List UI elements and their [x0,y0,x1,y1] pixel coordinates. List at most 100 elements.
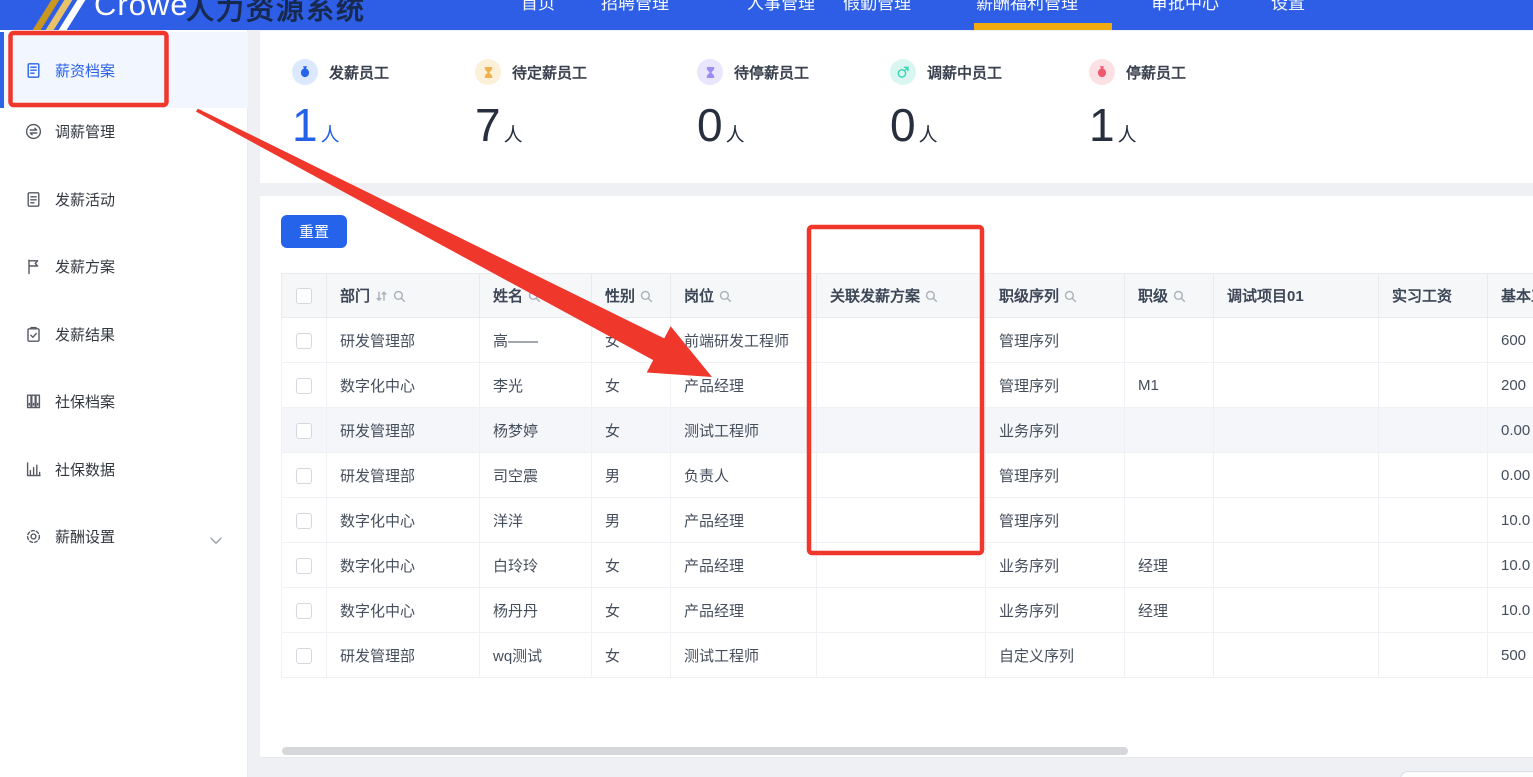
cell-intern-salary [1378,317,1488,363]
row-checkbox[interactable] [296,422,312,439]
cell-intern-salary [1378,542,1488,588]
cell-grade: M1 [1124,362,1214,408]
sidebar-item-salary-file[interactable]: 薪资档案 [0,58,248,82]
nav-item-settings[interactable]: 设置 [1271,0,1305,14]
row-checkbox[interactable] [296,512,312,529]
reset-button[interactable]: 重置 [281,215,347,248]
table-row: 研发管理部 高—— 女 前端研发工程师 管理序列 600 [281,317,1533,363]
stat-unit: 人 [320,125,340,146]
cell-intern-salary [1378,632,1488,678]
cell-intern-salary [1378,587,1488,633]
horizontal-scrollbar[interactable] [282,747,1128,755]
sidebar-item-label: 社保数据 [55,461,116,479]
cell-position: 前端研发工程师 [670,317,817,363]
cell-name: wq测试 [479,632,592,678]
cell-dept: 研发管理部 [326,407,480,453]
select-all-checkbox[interactable] [296,288,312,305]
cell-dept: 数字化中心 [326,542,480,588]
stat-card-pending-stop: 待停薪员工 0 人 [697,59,882,152]
salary-settings-icon [25,528,42,545]
stat-value: 7 [475,99,501,151]
cell-sequence: 自定义序列 [985,632,1125,678]
cell-position: 产品经理 [670,587,817,633]
stat-value: 0 [890,99,916,151]
nav-item-approval[interactable]: 审批中心 [1151,0,1219,14]
crowe-logo-icon [27,0,94,30]
stat-unit: 人 [725,125,745,146]
stat-card-stopped: 停薪员工 1 人 [1089,59,1274,152]
sidebar-item-label: 发薪方案 [55,258,116,276]
column-header-grade: 职级 [1124,273,1214,318]
sidebar-item-payroll-plan[interactable]: 发薪方案 [0,254,248,278]
cell-name: 司空震 [479,452,592,498]
cell-intern-salary [1378,362,1488,408]
search-icon[interactable] [528,290,541,307]
cell-grade [1124,497,1214,543]
cell-grade [1124,407,1214,453]
table-row: 数字化中心 李光 女 产品经理 管理序列 M1 200 [281,362,1533,408]
cell-grade [1124,317,1214,363]
cell-base-salary: 10.0 [1487,587,1533,633]
cell-base-salary: 10.0 [1487,497,1533,543]
search-icon[interactable] [393,290,406,307]
sidebar-item-social-archive[interactable]: 社保档案 [0,389,248,413]
sidebar-item-label: 薪资档案 [55,62,116,80]
sidebar-item-salary-adjust[interactable]: 调薪管理 [0,119,248,143]
cell-project [1213,452,1379,498]
cell-base-salary: 0.00 [1487,452,1533,498]
row-checkbox[interactable] [296,647,312,664]
cell-plan [816,587,986,633]
stat-unit: 人 [918,125,938,146]
sidebar-item-salary-settings[interactable]: 薪酬设置 [0,524,248,548]
payroll-activity-icon [25,191,42,208]
active-tab-underline [974,23,1112,30]
search-icon[interactable] [719,290,732,307]
pagination-control[interactable] [1400,771,1533,777]
cell-plan [816,407,986,453]
sidebar-item-payroll-result[interactable]: 发薪结果 [0,322,248,346]
cell-gender: 女 [591,407,671,453]
cell-dept: 数字化中心 [326,497,480,543]
cell-gender: 女 [591,542,671,588]
search-icon[interactable] [925,290,938,307]
stat-value: 0 [697,99,723,151]
cell-position: 产品经理 [670,362,817,408]
cell-project [1213,587,1379,633]
row-checkbox[interactable] [296,557,312,574]
nav-item-attendance[interactable]: 假勤管理 [843,0,911,14]
cell-gender: 男 [591,497,671,543]
search-icon[interactable] [1064,290,1077,307]
sort-icon[interactable] [375,290,388,307]
sidebar-item-social-data[interactable]: 社保数据 [0,457,248,481]
row-checkbox[interactable] [296,467,312,484]
sidebar-item-payroll-activity[interactable]: 发薪活动 [0,187,248,211]
cell-name: 李光 [479,362,592,408]
row-checkbox[interactable] [296,377,312,394]
nav-item-recruit[interactable]: 招聘管理 [601,0,669,14]
cell-gender: 女 [591,317,671,363]
table-header-row: 部门 姓名 性别 岗位 关联发薪方案 职级序列 职级 调试项目01 实习工资 基… [281,273,1533,318]
row-checkbox[interactable] [296,602,312,619]
cell-project [1213,497,1379,543]
sidebar-item-label: 薪酬设置 [55,528,116,546]
cell-name: 洋洋 [479,497,592,543]
chevron-down-icon[interactable] [210,532,222,544]
cell-base-salary: 600 [1487,317,1533,363]
column-header-base-salary: 基本工资 [1487,273,1533,318]
cell-intern-salary [1378,407,1488,453]
nav-item-compensation[interactable]: 薪酬福利管理 [976,0,1078,14]
salary-table-panel: 重置 部门 姓名 性别 岗位 关联发薪方案 职级序列 职级 调试项目01 实习工… [260,196,1533,758]
column-header-intern-salary: 实习工资 [1378,273,1488,318]
column-header-gender: 性别 [591,273,671,318]
search-icon[interactable] [640,290,653,307]
sidebar-item-label: 发薪结果 [55,326,116,344]
cell-project [1213,317,1379,363]
stat-value: 1 [1089,99,1115,151]
nav-item-hr[interactable]: 人事管理 [747,0,815,14]
search-icon[interactable] [1173,290,1186,307]
nav-item-home[interactable]: 首页 [521,0,555,14]
table-row: 数字化中心 白玲玲 女 产品经理 业务序列 经理 10.0 [281,542,1533,588]
payroll-stats-panel: 发薪员工 1 人 待定薪员工 7 人 待停薪员工 0 人 调薪中员工 0 人 停… [260,31,1533,183]
cell-position: 测试工程师 [670,407,817,453]
row-checkbox[interactable] [296,332,312,349]
